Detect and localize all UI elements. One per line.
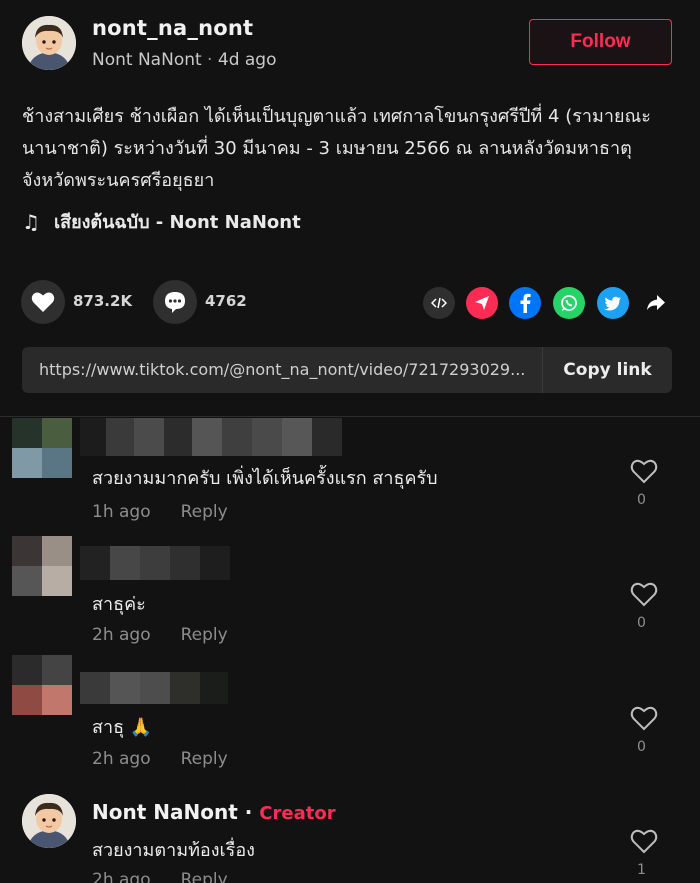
follow-button[interactable]: Follow [529, 19, 672, 65]
comment-time: 2h ago [92, 870, 151, 883]
twitter-icon[interactable] [597, 287, 629, 319]
copy-link-button[interactable]: Copy link [542, 347, 672, 393]
like-button[interactable] [21, 280, 65, 324]
comment-count: 4762 [205, 292, 247, 310]
reply-button[interactable]: Reply [181, 625, 228, 645]
comment-meta: 2h ago Reply [92, 870, 228, 883]
comment-avatar-blurred[interactable] [12, 655, 72, 715]
heart-outline-icon[interactable] [630, 581, 658, 607]
share-link-url[interactable]: https://www.tiktok.com/@nont_na_nont/vid… [39, 360, 525, 379]
comment-like-count: 0 [637, 492, 646, 508]
separator: · [237, 800, 260, 824]
comment-meta: 2h ago Reply [92, 749, 228, 769]
send-icon[interactable] [466, 287, 498, 319]
comment-meta: 2h ago Reply [92, 625, 228, 645]
comment-button[interactable] [153, 280, 197, 324]
creator-avatar[interactable] [22, 794, 76, 848]
post-caption: ช้างสามเศียร ช้างเผือก ได้เห็นเป็นบุญตาแ… [22, 106, 651, 191]
music-note-icon: ♫ [22, 209, 40, 234]
author-subline: Nont NaNont · 4d ago [92, 50, 277, 70]
creator-name-line: Nont NaNont · Creator [92, 800, 336, 824]
comment-like-count: 1 [637, 862, 646, 878]
divider [0, 416, 700, 417]
comment-text: สวยงามตามท้องเรื่อง [92, 840, 255, 861]
reply-button[interactable]: Reply [181, 502, 228, 522]
comment-like-count: 0 [637, 615, 646, 631]
child-portrait-image [22, 16, 76, 70]
embed-icon[interactable] [423, 287, 455, 319]
child-portrait-image [22, 794, 76, 848]
comment-avatar-blurred[interactable] [12, 418, 72, 478]
like-count: 873.2K [73, 292, 133, 310]
author-avatar[interactable] [22, 16, 76, 70]
music-link[interactable]: ♫ เสียงต้นฉบับ - Nont NaNont [22, 207, 301, 236]
music-title: เสียงต้นฉบับ - Nont NaNont [53, 212, 301, 233]
comment-time: 2h ago [92, 749, 151, 769]
facebook-icon[interactable] [509, 287, 541, 319]
comment-like-count: 0 [637, 739, 646, 755]
comment-text: สาธุ 🙏 [92, 717, 153, 738]
reply-button[interactable]: Reply [181, 870, 228, 883]
heart-outline-icon[interactable] [630, 458, 658, 484]
comment-meta: 1h ago Reply [92, 502, 228, 522]
heart-icon [31, 292, 55, 312]
post-header: nont_na_nont Nont NaNont · 4d ago Follow… [0, 0, 700, 416]
post-time: 4d ago [217, 50, 277, 70]
heart-outline-icon[interactable] [630, 828, 658, 854]
whatsapp-icon[interactable] [553, 287, 585, 319]
comment-username-blurred[interactable] [80, 418, 342, 456]
comment-time: 1h ago [92, 502, 151, 522]
creator-badge: Creator [259, 803, 336, 824]
comment-avatar-blurred[interactable] [12, 536, 72, 596]
comment-text: สาธุค่ะ [92, 594, 146, 615]
comment-time: 2h ago [92, 625, 151, 645]
share-arrow-icon[interactable] [640, 287, 672, 319]
comment-icon [165, 292, 185, 313]
share-link-box: https://www.tiktok.com/@nont_na_nont/vid… [22, 347, 672, 393]
author-username[interactable]: nont_na_nont [92, 16, 253, 40]
creator-display-name[interactable]: Nont NaNont [92, 800, 238, 824]
author-display-name[interactable]: Nont NaNont [92, 50, 202, 70]
reply-button[interactable]: Reply [181, 749, 228, 769]
comment-text: สวยงามมากครับ เพิ่งได้เห็นครั้งแรก สาธุค… [92, 468, 438, 489]
comment-username-blurred[interactable] [80, 672, 228, 704]
heart-outline-icon[interactable] [630, 705, 658, 731]
comment-username-blurred[interactable] [80, 546, 230, 580]
